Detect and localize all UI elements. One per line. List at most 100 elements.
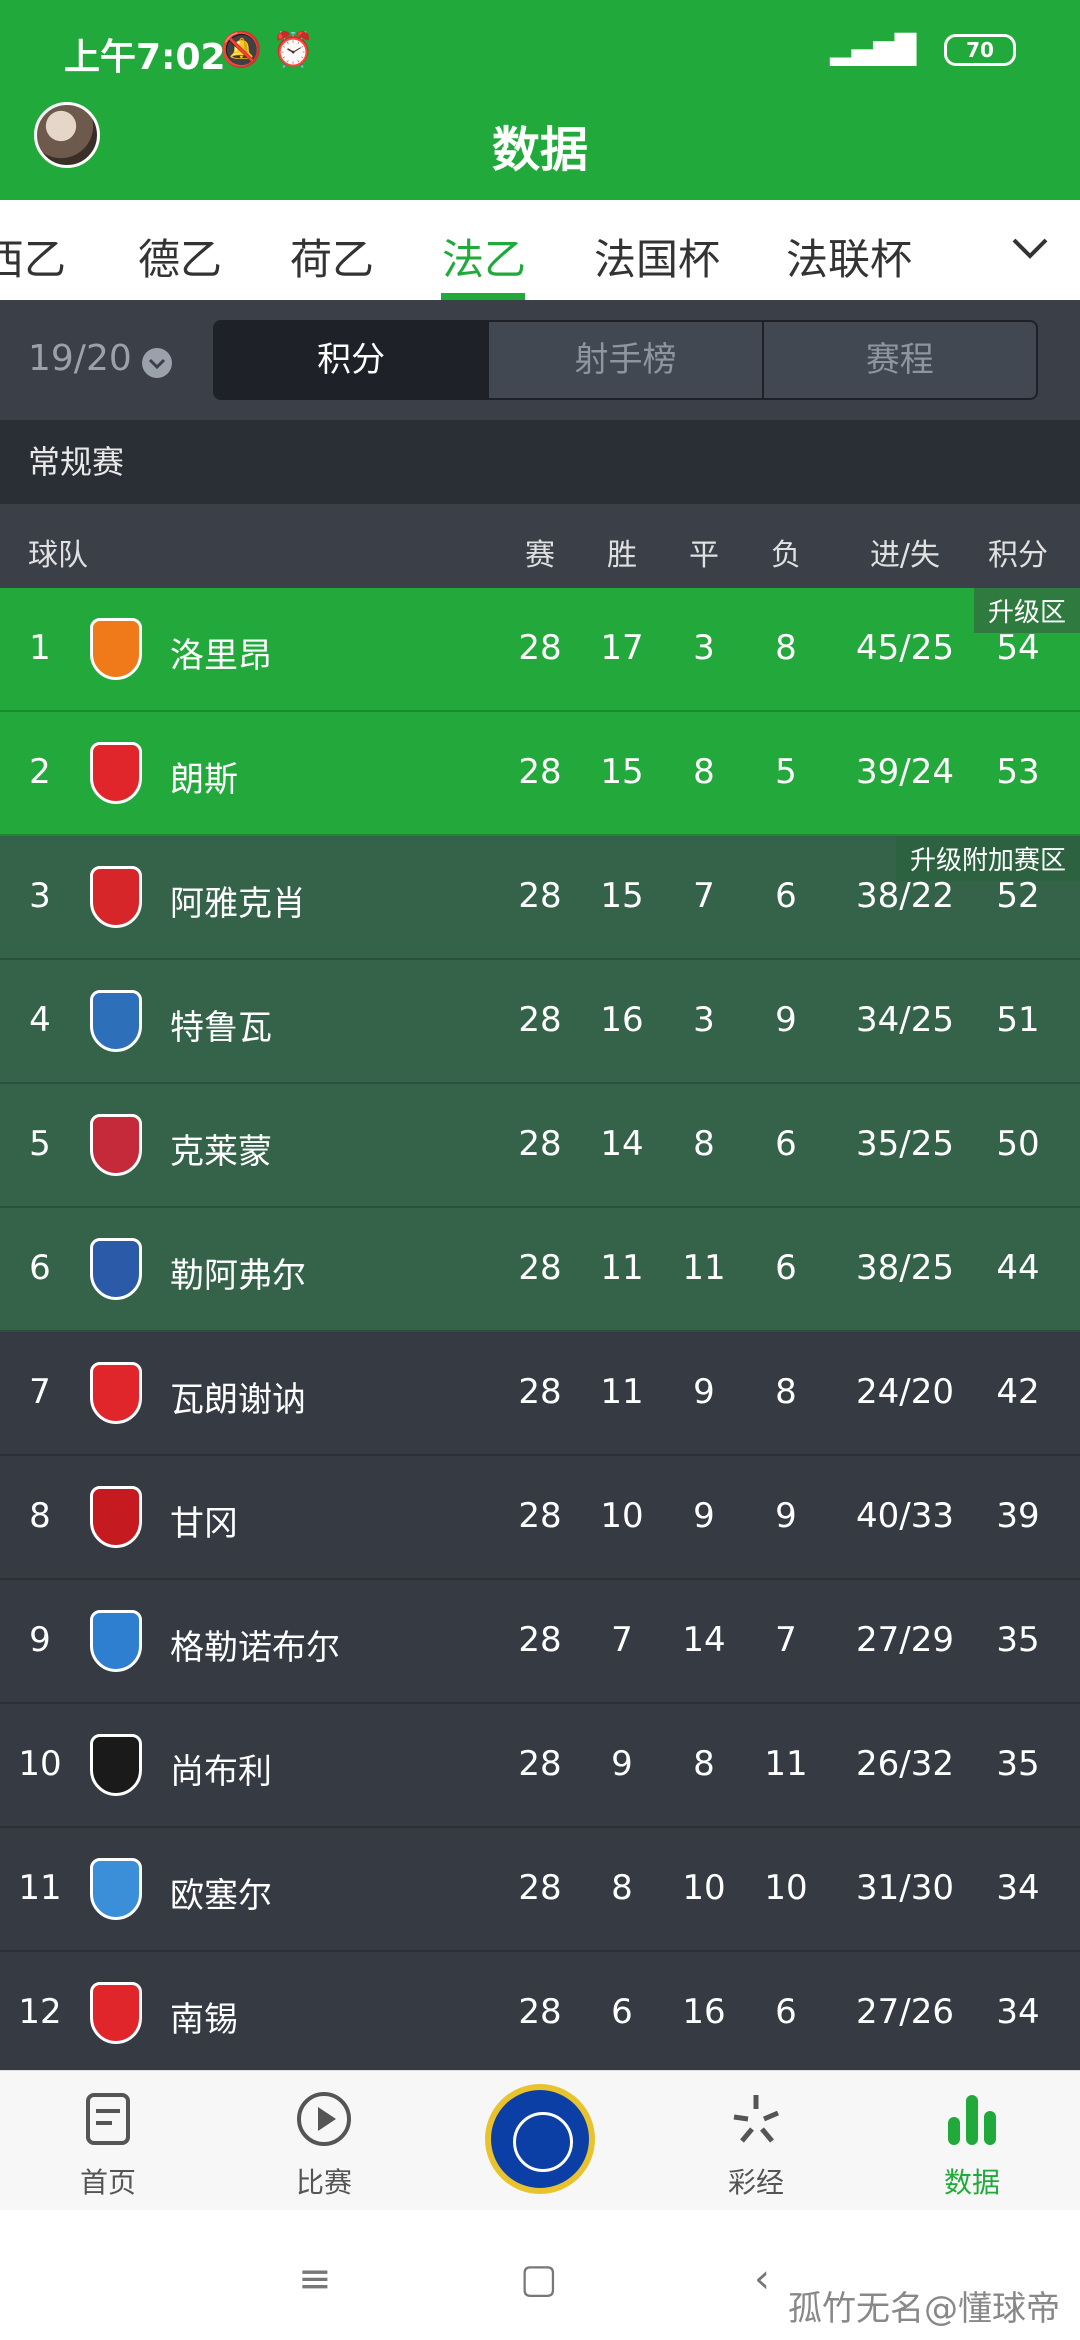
segment-schedule[interactable]: 赛程 — [764, 322, 1036, 398]
row-played: 28 — [518, 1248, 562, 1288]
nav-home-label: 首页 — [79, 2166, 136, 2199]
table-row[interactable]: 4 特鲁瓦 28 16 3 9 34/25 51 — [0, 960, 1080, 1084]
header-points: 积分 — [988, 538, 1048, 573]
filter-bar: 19/20 积分 射手榜 赛程 — [0, 300, 1080, 420]
season-chevron-icon[interactable] — [142, 348, 172, 378]
table-row[interactable]: 9 格勒诺布尔 28 7 14 7 27/29 35 — [0, 1580, 1080, 1704]
row-played: 28 — [518, 1124, 562, 1164]
row-team-name: 特鲁瓦 — [170, 1008, 272, 1048]
row-rank: 4 — [29, 1000, 51, 1040]
row-points: 50 — [996, 1124, 1040, 1164]
row-rank: 11 — [18, 1868, 62, 1908]
row-points: 34 — [996, 1992, 1040, 2032]
season-selector[interactable]: 19/20 — [28, 338, 132, 379]
row-team-name: 瓦朗谢讷 — [170, 1380, 306, 1420]
team-logo — [90, 1610, 142, 1672]
row-team-name: 格勒诺布尔 — [170, 1628, 340, 1668]
row-team-name: 朗斯 — [170, 760, 238, 800]
team-logo — [90, 1858, 142, 1920]
page-title: 数据 — [491, 122, 588, 178]
table-row[interactable]: 8 甘冈 28 10 9 9 40/33 39 — [0, 1456, 1080, 1580]
header-team: 球队 — [28, 538, 88, 573]
tab-league-3[interactable]: 法乙 — [442, 226, 526, 287]
row-drawn: 8 — [693, 752, 715, 792]
header-played: 赛 — [525, 538, 555, 573]
table-row[interactable]: 11 欧塞尔 28 8 10 10 31/30 34 — [0, 1828, 1080, 1952]
row-points: 35 — [996, 1620, 1040, 1660]
row-points: 54 — [996, 628, 1040, 668]
header-won: 胜 — [607, 538, 637, 573]
home-square-icon[interactable]: ▢ — [520, 2256, 558, 2302]
active-tab-indicator — [441, 293, 525, 300]
row-drawn: 10 — [682, 1868, 726, 1908]
row-won: 8 — [611, 1868, 633, 1908]
nav-data[interactable]: 数据 — [902, 2089, 1042, 2201]
row-lost: 6 — [775, 876, 797, 916]
row-played: 28 — [518, 1868, 562, 1908]
row-points: 51 — [996, 1000, 1040, 1040]
row-drawn: 3 — [693, 628, 715, 668]
bar-chart-icon — [948, 2095, 996, 2145]
club-badge-button[interactable] — [485, 2084, 595, 2194]
team-logo — [90, 1238, 142, 1300]
row-played: 28 — [518, 1372, 562, 1412]
tab-league-2[interactable]: 荷乙 — [290, 226, 374, 287]
row-points: 53 — [996, 752, 1040, 792]
table-row[interactable]: 12 南锡 28 6 16 6 27/26 34 — [0, 1952, 1080, 2076]
row-won: 15 — [600, 876, 644, 916]
alarm-icon: ⏰ — [272, 30, 315, 70]
back-icon[interactable]: ‹ — [754, 2256, 770, 2302]
mute-icon: 🔕 — [220, 30, 263, 70]
row-team-name: 阿雅克肖 — [170, 884, 306, 924]
row-lost: 9 — [775, 1000, 797, 1040]
tab-league-0[interactable]: 西乙 — [0, 226, 66, 287]
row-team-name: 洛里昂 — [170, 636, 272, 676]
row-won: 7 — [611, 1620, 633, 1660]
row-lost: 6 — [775, 1248, 797, 1288]
chevron-down-icon[interactable] — [1008, 226, 1052, 270]
row-rank: 2 — [29, 752, 51, 792]
segment-standings[interactable]: 积分 — [215, 322, 490, 398]
team-logo — [90, 1486, 142, 1548]
team-logo — [90, 1114, 142, 1176]
home-page-icon — [86, 2093, 130, 2145]
row-goals: 27/29 — [856, 1620, 954, 1660]
row-rank: 1 — [29, 628, 51, 668]
nav-matches[interactable]: 比赛 — [254, 2089, 394, 2201]
row-drawn: 9 — [693, 1496, 715, 1536]
row-rank: 3 — [29, 876, 51, 916]
table-row[interactable]: 2 朗斯 28 15 8 5 39/24 53 — [0, 712, 1080, 836]
table-row[interactable]: 1 洛里昂 28 17 3 8 45/25 54 升级区 — [0, 588, 1080, 712]
header-lost: 负 — [771, 538, 801, 573]
table-row[interactable]: 3 阿雅克肖 28 15 7 6 38/22 52 升级附加赛区 — [0, 836, 1080, 960]
tab-league-1[interactable]: 德乙 — [138, 226, 222, 287]
row-drawn: 14 — [682, 1620, 726, 1660]
nav-lottery[interactable]: 彩经 — [686, 2089, 826, 2201]
table-row[interactable]: 6 勒阿弗尔 28 11 11 6 38/25 44 — [0, 1208, 1080, 1332]
row-drawn: 16 — [682, 1992, 726, 2032]
row-won: 16 — [600, 1000, 644, 1040]
play-icon — [297, 2092, 351, 2146]
standings-table: 1 洛里昂 28 17 3 8 45/25 54 升级区 2 朗斯 28 15 8 5 39/24 53 3 阿雅克… — [0, 588, 1080, 2076]
nav-home[interactable]: 首页 — [38, 2089, 178, 2201]
row-team-name: 甘冈 — [170, 1504, 238, 1544]
row-goals: 38/25 — [856, 1248, 954, 1288]
table-row[interactable]: 7 瓦朗谢讷 28 11 9 8 24/20 42 — [0, 1332, 1080, 1456]
star-burst-icon — [733, 2095, 779, 2143]
row-drawn: 3 — [693, 1000, 715, 1040]
row-points: 42 — [996, 1372, 1040, 1412]
row-points: 44 — [996, 1248, 1040, 1288]
promotion-zone-label: 升级区 — [973, 588, 1080, 633]
row-goals: 26/32 — [856, 1744, 954, 1784]
row-played: 28 — [518, 1496, 562, 1536]
row-drawn: 11 — [682, 1248, 726, 1288]
playoff-zone-label: 升级附加赛区 — [895, 836, 1080, 881]
table-row[interactable]: 10 尚布利 28 9 8 11 26/32 35 — [0, 1704, 1080, 1828]
row-points: 52 — [996, 876, 1040, 916]
tab-league-4[interactable]: 法国杯 — [594, 226, 720, 287]
tab-league-5[interactable]: 法联杯 — [786, 226, 912, 287]
table-row[interactable]: 5 克莱蒙 28 14 8 6 35/25 50 — [0, 1084, 1080, 1208]
segment-scorers[interactable]: 射手榜 — [489, 322, 764, 398]
menu-icon[interactable]: ≡ — [298, 2256, 332, 2302]
row-won: 6 — [611, 1992, 633, 2032]
